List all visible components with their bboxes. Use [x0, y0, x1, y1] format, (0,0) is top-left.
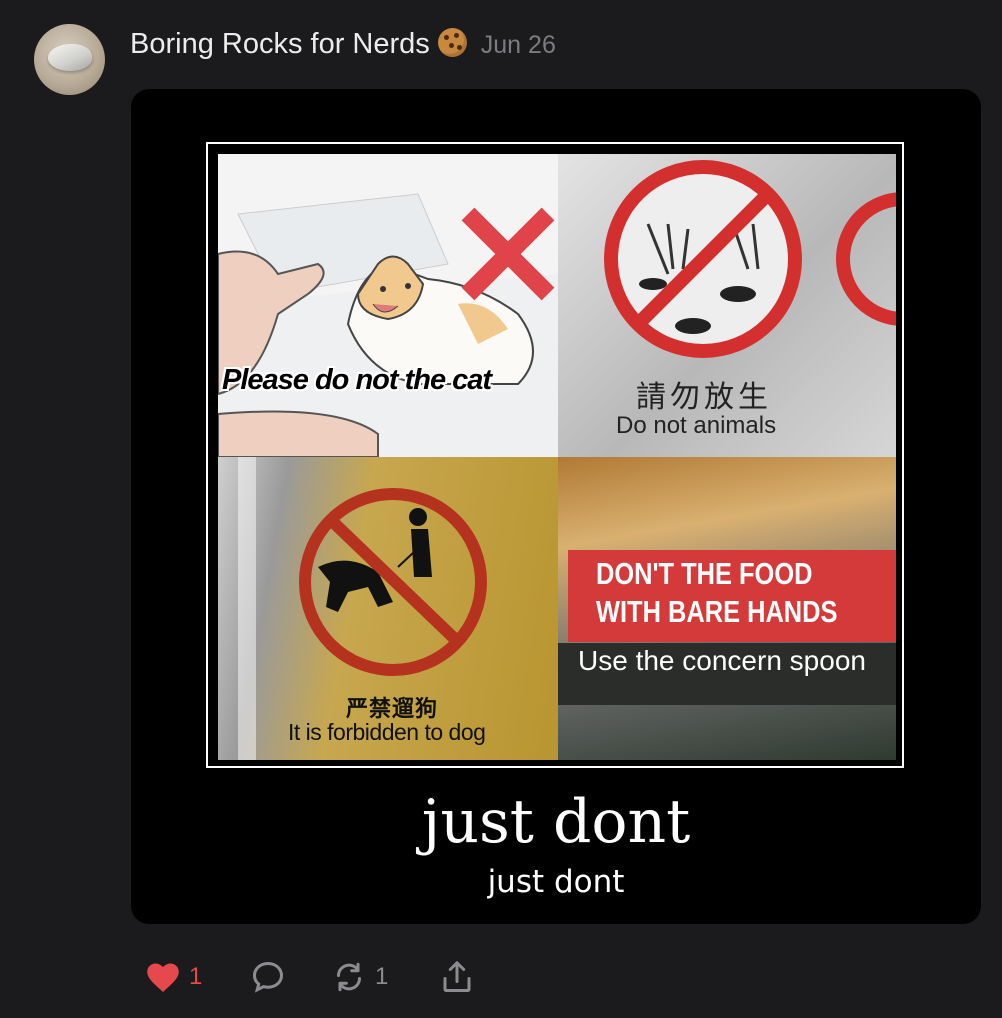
heart-icon — [147, 963, 179, 992]
panel-food: DON'T THE FOOD WITH BARE HANDS Use the c… — [558, 457, 896, 760]
panel-animals-caption-zh: 請勿放生 — [636, 381, 772, 414]
panel-food-caption: Use the concern spoon — [578, 645, 866, 676]
post-image[interactable]: Please do not the cat 請勿放生 Do not animal… — [131, 89, 981, 924]
like-button[interactable]: 1 — [145, 957, 202, 997]
repost-button[interactable]: 1 — [331, 957, 388, 997]
food-sign: DON'T THE FOOD WITH BARE HANDS — [568, 550, 896, 642]
meme-title: just dont — [421, 787, 691, 857]
panel-cat-caption: Please do not the cat — [222, 364, 492, 396]
share-button[interactable] — [439, 957, 475, 997]
food-sign-line1: DON'T THE FOOD — [596, 556, 813, 591]
post-header: Boring Rocks for Nerds Jun 26 — [130, 26, 556, 63]
food-sign-line2: WITH BARE HANDS — [596, 594, 838, 629]
share-icon — [443, 961, 471, 992]
like-count: 1 — [189, 963, 203, 990]
meme-grid: Please do not the cat 請勿放生 Do not animal… — [218, 154, 896, 760]
post-date[interactable]: Jun 26 — [481, 27, 556, 63]
panel-dog: 严禁遛狗 It is forbidden to dog — [218, 457, 558, 760]
reply-button[interactable] — [249, 957, 287, 997]
panel-animals: 請勿放生 Do not animals — [558, 154, 896, 457]
repost-icon — [337, 962, 361, 992]
meme-subtitle: just dont — [487, 864, 625, 900]
author-avatar[interactable] — [34, 24, 105, 95]
cookie-icon — [437, 28, 467, 57]
panel-dog-caption: It is forbidden to dog — [288, 719, 486, 745]
author-name[interactable]: Boring Rocks for Nerds — [130, 28, 430, 60]
panel-animals-caption: Do not animals — [616, 412, 777, 439]
panel-cat: Please do not the cat — [218, 154, 558, 457]
meme-frame: Please do not the cat 請勿放生 Do not animal… — [206, 142, 904, 768]
comment-icon — [252, 961, 284, 993]
repost-count: 1 — [375, 963, 389, 990]
cat-illustration — [218, 154, 558, 457]
